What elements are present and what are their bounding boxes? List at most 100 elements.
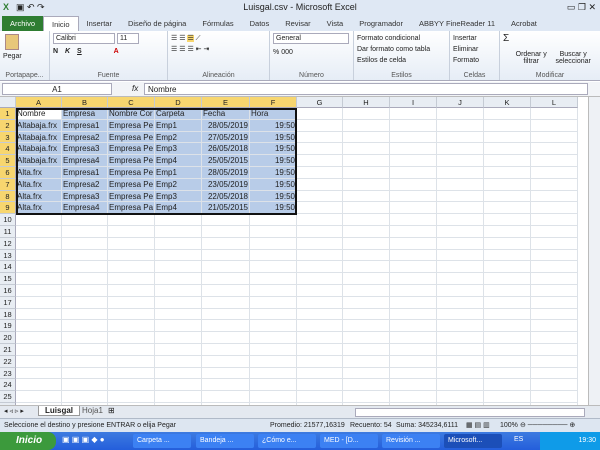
cell-F22[interactable] (250, 355, 297, 368)
cell-D11[interactable] (155, 226, 202, 238)
cell-E22[interactable] (202, 355, 250, 368)
cell-I15[interactable] (390, 273, 437, 285)
cell-L17[interactable] (531, 296, 578, 309)
cell-H23[interactable] (343, 367, 390, 380)
cell-A1[interactable]: Nombre (16, 108, 62, 120)
cell-G3[interactable] (297, 131, 343, 144)
cell-D18[interactable] (155, 308, 202, 321)
cell-I9[interactable] (390, 202, 437, 215)
cell-L4[interactable] (531, 143, 578, 156)
cell-I1[interactable] (390, 108, 437, 120)
column-header-D[interactable]: D (155, 97, 202, 108)
cell-K4[interactable] (484, 143, 531, 156)
row-header[interactable]: 20 (0, 332, 16, 344)
cell-A9[interactable]: Alta.frx (16, 202, 62, 215)
cell-B7[interactable]: Empresa2 (62, 178, 108, 191)
column-header-A[interactable]: A (16, 97, 62, 108)
cell-C12[interactable] (108, 237, 155, 250)
row-header[interactable]: 7 (0, 178, 16, 191)
cell-H24[interactable] (343, 379, 390, 392)
cell-I18[interactable] (390, 308, 437, 321)
cell-F19[interactable] (250, 320, 297, 333)
cell-D4[interactable]: Emp3 (155, 143, 202, 156)
cell-C20[interactable] (108, 332, 155, 344)
cell-F20[interactable] (250, 332, 297, 344)
cell-B13[interactable] (62, 249, 108, 262)
cell-B19[interactable] (62, 320, 108, 333)
cell-J17[interactable] (437, 296, 484, 309)
cell-B24[interactable] (62, 379, 108, 392)
cell-C7[interactable]: Empresa Pe (108, 178, 155, 191)
cell-F8[interactable]: 19:50 (250, 190, 297, 203)
tab-archivo[interactable]: Archivo (2, 16, 44, 31)
align-icons-2[interactable]: ☰ ☰ ☰ ⇤ ⇥ (171, 44, 266, 55)
taskbar-item[interactable]: Revisión ... (382, 434, 440, 448)
cell-D21[interactable] (155, 344, 202, 356)
cell-I7[interactable] (390, 178, 437, 191)
tab-acrobat[interactable]: Acrobat (503, 16, 545, 31)
cell-J12[interactable] (437, 237, 484, 250)
cell-E14[interactable] (202, 261, 250, 274)
cell-J24[interactable] (437, 379, 484, 392)
cell-K18[interactable] (484, 308, 531, 321)
sheet-nav-buttons[interactable]: ◂ ◃ ▹ ▸ (4, 407, 24, 415)
taskbar-item[interactable]: Carpeta ... (133, 434, 191, 448)
row-header[interactable]: 17 (0, 296, 16, 309)
cell-L5[interactable] (531, 155, 578, 167)
cell-D12[interactable] (155, 237, 202, 250)
cell-C1[interactable]: Nombre Cor (108, 108, 155, 120)
cell-D17[interactable] (155, 296, 202, 309)
paste-icon[interactable] (5, 34, 19, 50)
cell-E19[interactable] (202, 320, 250, 333)
cell-L9[interactable] (531, 202, 578, 215)
cell-L15[interactable] (531, 273, 578, 285)
cell-B5[interactable]: Empresa4 (62, 155, 108, 167)
cell-H7[interactable] (343, 178, 390, 191)
cell-G10[interactable] (297, 214, 343, 226)
cell-B20[interactable] (62, 332, 108, 344)
cell-F15[interactable] (250, 273, 297, 285)
cell-I3[interactable] (390, 131, 437, 144)
cell-G23[interactable] (297, 367, 343, 380)
tab-inicio[interactable]: Inicio (43, 16, 79, 31)
cell-H10[interactable] (343, 214, 390, 226)
cell-C14[interactable] (108, 261, 155, 274)
cell-B23[interactable] (62, 367, 108, 380)
cell-K5[interactable] (484, 155, 531, 167)
cell-G7[interactable] (297, 178, 343, 191)
tab-insertar[interactable]: Insertar (79, 16, 120, 31)
align-icons[interactable]: ☰ ☰ ☰ ⟋ (171, 33, 266, 44)
quick-launch-icons[interactable]: ▣ ▣ ▣ ◆ ● (62, 435, 105, 444)
cell-A3[interactable]: Altabaja.frx (16, 131, 62, 144)
cell-F16[interactable] (250, 285, 297, 297)
column-header-L[interactable]: L (531, 97, 578, 108)
cell-J22[interactable] (437, 355, 484, 368)
cell-G12[interactable] (297, 237, 343, 250)
cell-F7[interactable]: 19:50 (250, 178, 297, 191)
cell-C8[interactable]: Empresa Pe (108, 190, 155, 203)
cell-H16[interactable] (343, 285, 390, 297)
cell-K9[interactable] (484, 202, 531, 215)
cell-E24[interactable] (202, 379, 250, 392)
column-header-H[interactable]: H (343, 97, 390, 108)
cell-E21[interactable] (202, 344, 250, 356)
cell-B25[interactable] (62, 391, 108, 403)
cell-K3[interactable] (484, 131, 531, 144)
cell-H11[interactable] (343, 226, 390, 238)
cell-G20[interactable] (297, 332, 343, 344)
percent-button[interactable]: % (273, 49, 279, 56)
cell-C4[interactable]: Empresa Pe (108, 143, 155, 156)
bold-button[interactable]: N (53, 48, 58, 55)
horizontal-scrollbar[interactable] (355, 408, 585, 417)
cell-G9[interactable] (297, 202, 343, 215)
cell-A7[interactable]: Alta.frx (16, 178, 62, 191)
cell-D13[interactable] (155, 249, 202, 262)
row-header[interactable]: 5 (0, 155, 16, 167)
cell-G5[interactable] (297, 155, 343, 167)
font-color-icon[interactable]: A (114, 48, 119, 55)
cell-C11[interactable] (108, 226, 155, 238)
cell-L13[interactable] (531, 249, 578, 262)
cell-A23[interactable] (16, 367, 62, 380)
cell-D5[interactable]: Emp4 (155, 155, 202, 167)
cell-E4[interactable]: 26/05/2018 (202, 143, 250, 156)
